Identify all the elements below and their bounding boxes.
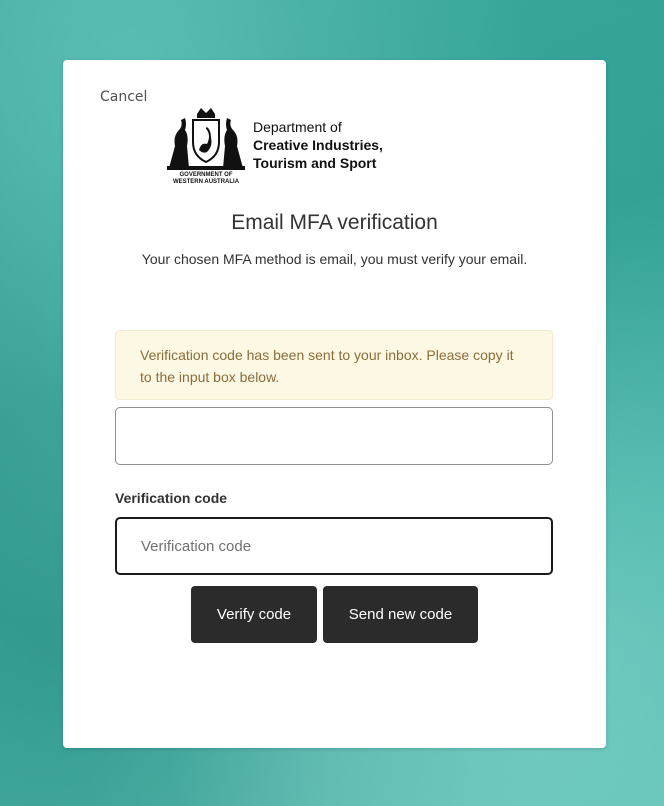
department-line2: Creative Industries, (253, 137, 383, 153)
page-title: Email MFA verification (231, 211, 438, 234)
department-line1: Department of (253, 119, 342, 135)
page-subtitle: Your chosen MFA method is email, you mus… (141, 251, 528, 267)
mfa-card: Cancel GOVERNMENT OF WESTERN AUSTRALIA D… (63, 60, 606, 748)
department-line3: Tourism and Sport (253, 155, 377, 171)
crest-caption: GOVERNMENT OF WESTERN AUSTRALIA (161, 172, 251, 186)
verification-code-input[interactable] (115, 517, 553, 575)
cancel-link[interactable]: Cancel (100, 89, 147, 105)
crest-caption-line2: WESTERN AUSTRALIA (172, 179, 240, 185)
send-new-code-button[interactable]: Send new code (323, 586, 478, 643)
info-alert: Verification code has been sent to your … (115, 330, 553, 400)
department-logo: GOVERNMENT OF WESTERN AUSTRALIA Departme… (161, 106, 411, 192)
crest-caption-line1: GOVERNMENT OF (179, 172, 233, 178)
department-name: Department of Creative Industries, Touri… (253, 118, 383, 172)
email-field[interactable] (115, 407, 553, 465)
wa-government-crest-icon (167, 108, 245, 170)
verification-code-label: Verification code (115, 490, 228, 506)
verify-code-button[interactable]: Verify code (191, 586, 317, 643)
